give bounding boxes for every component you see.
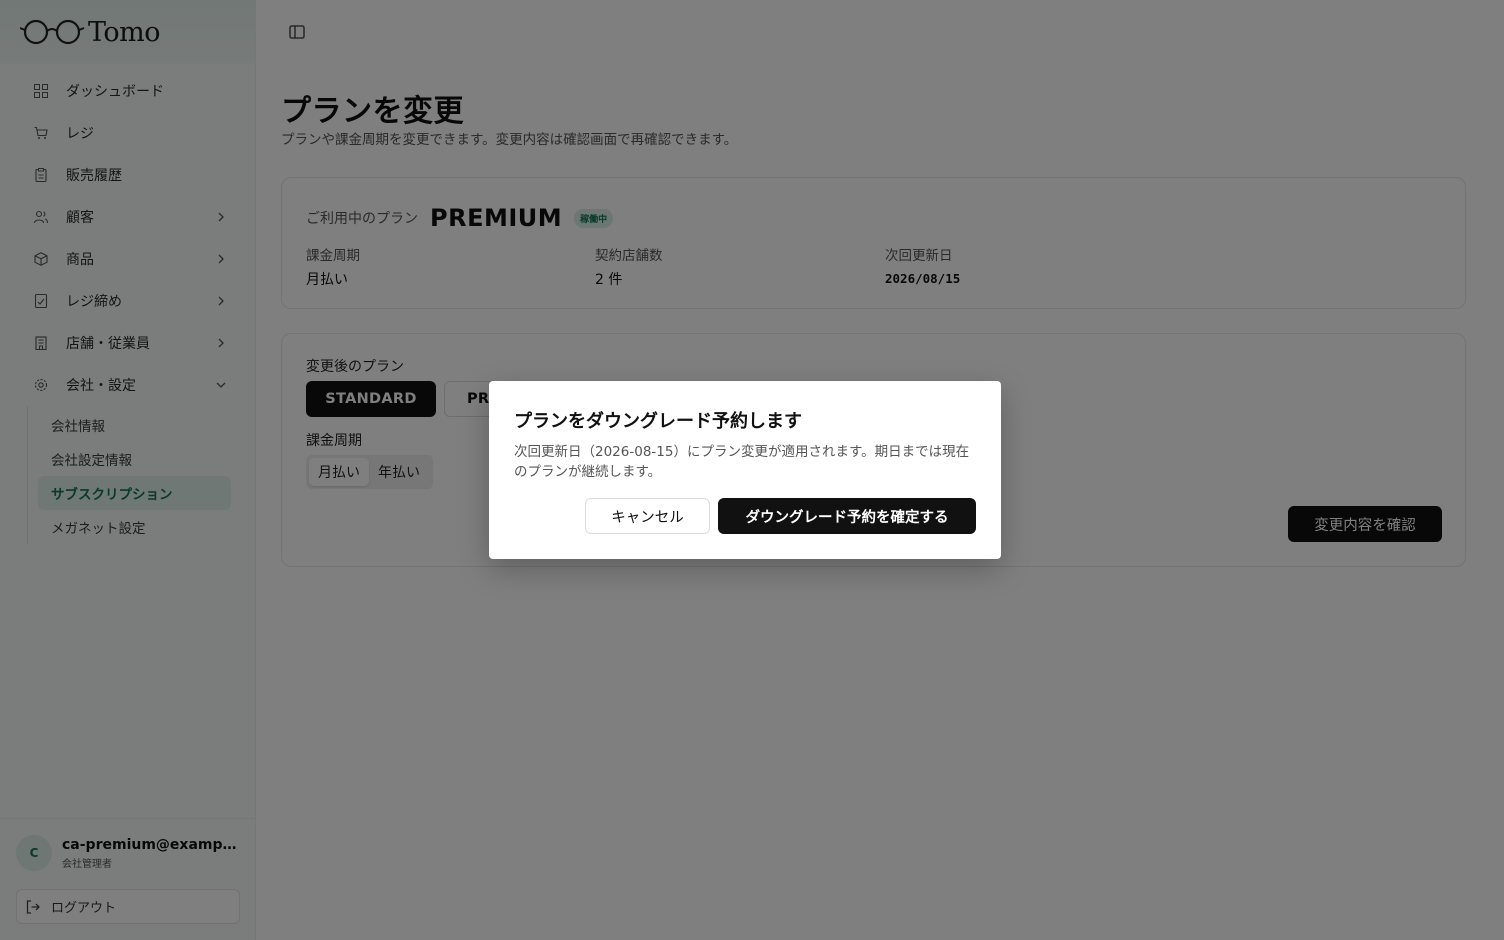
dialog-description: 次回更新日（2026-08-15）にプラン変更が適用されます。期日までは現在のプ… — [514, 444, 970, 480]
confirm-downgrade-button[interactable]: ダウングレード予約を確定する — [718, 498, 976, 534]
cancel-button[interactable]: キャンセル — [585, 498, 710, 534]
downgrade-dialog: プランをダウングレード予約します 次回更新日（2026-08-15）にプラン変更… — [489, 381, 1001, 559]
dialog-title: プランをダウングレード予約します — [514, 411, 802, 432]
